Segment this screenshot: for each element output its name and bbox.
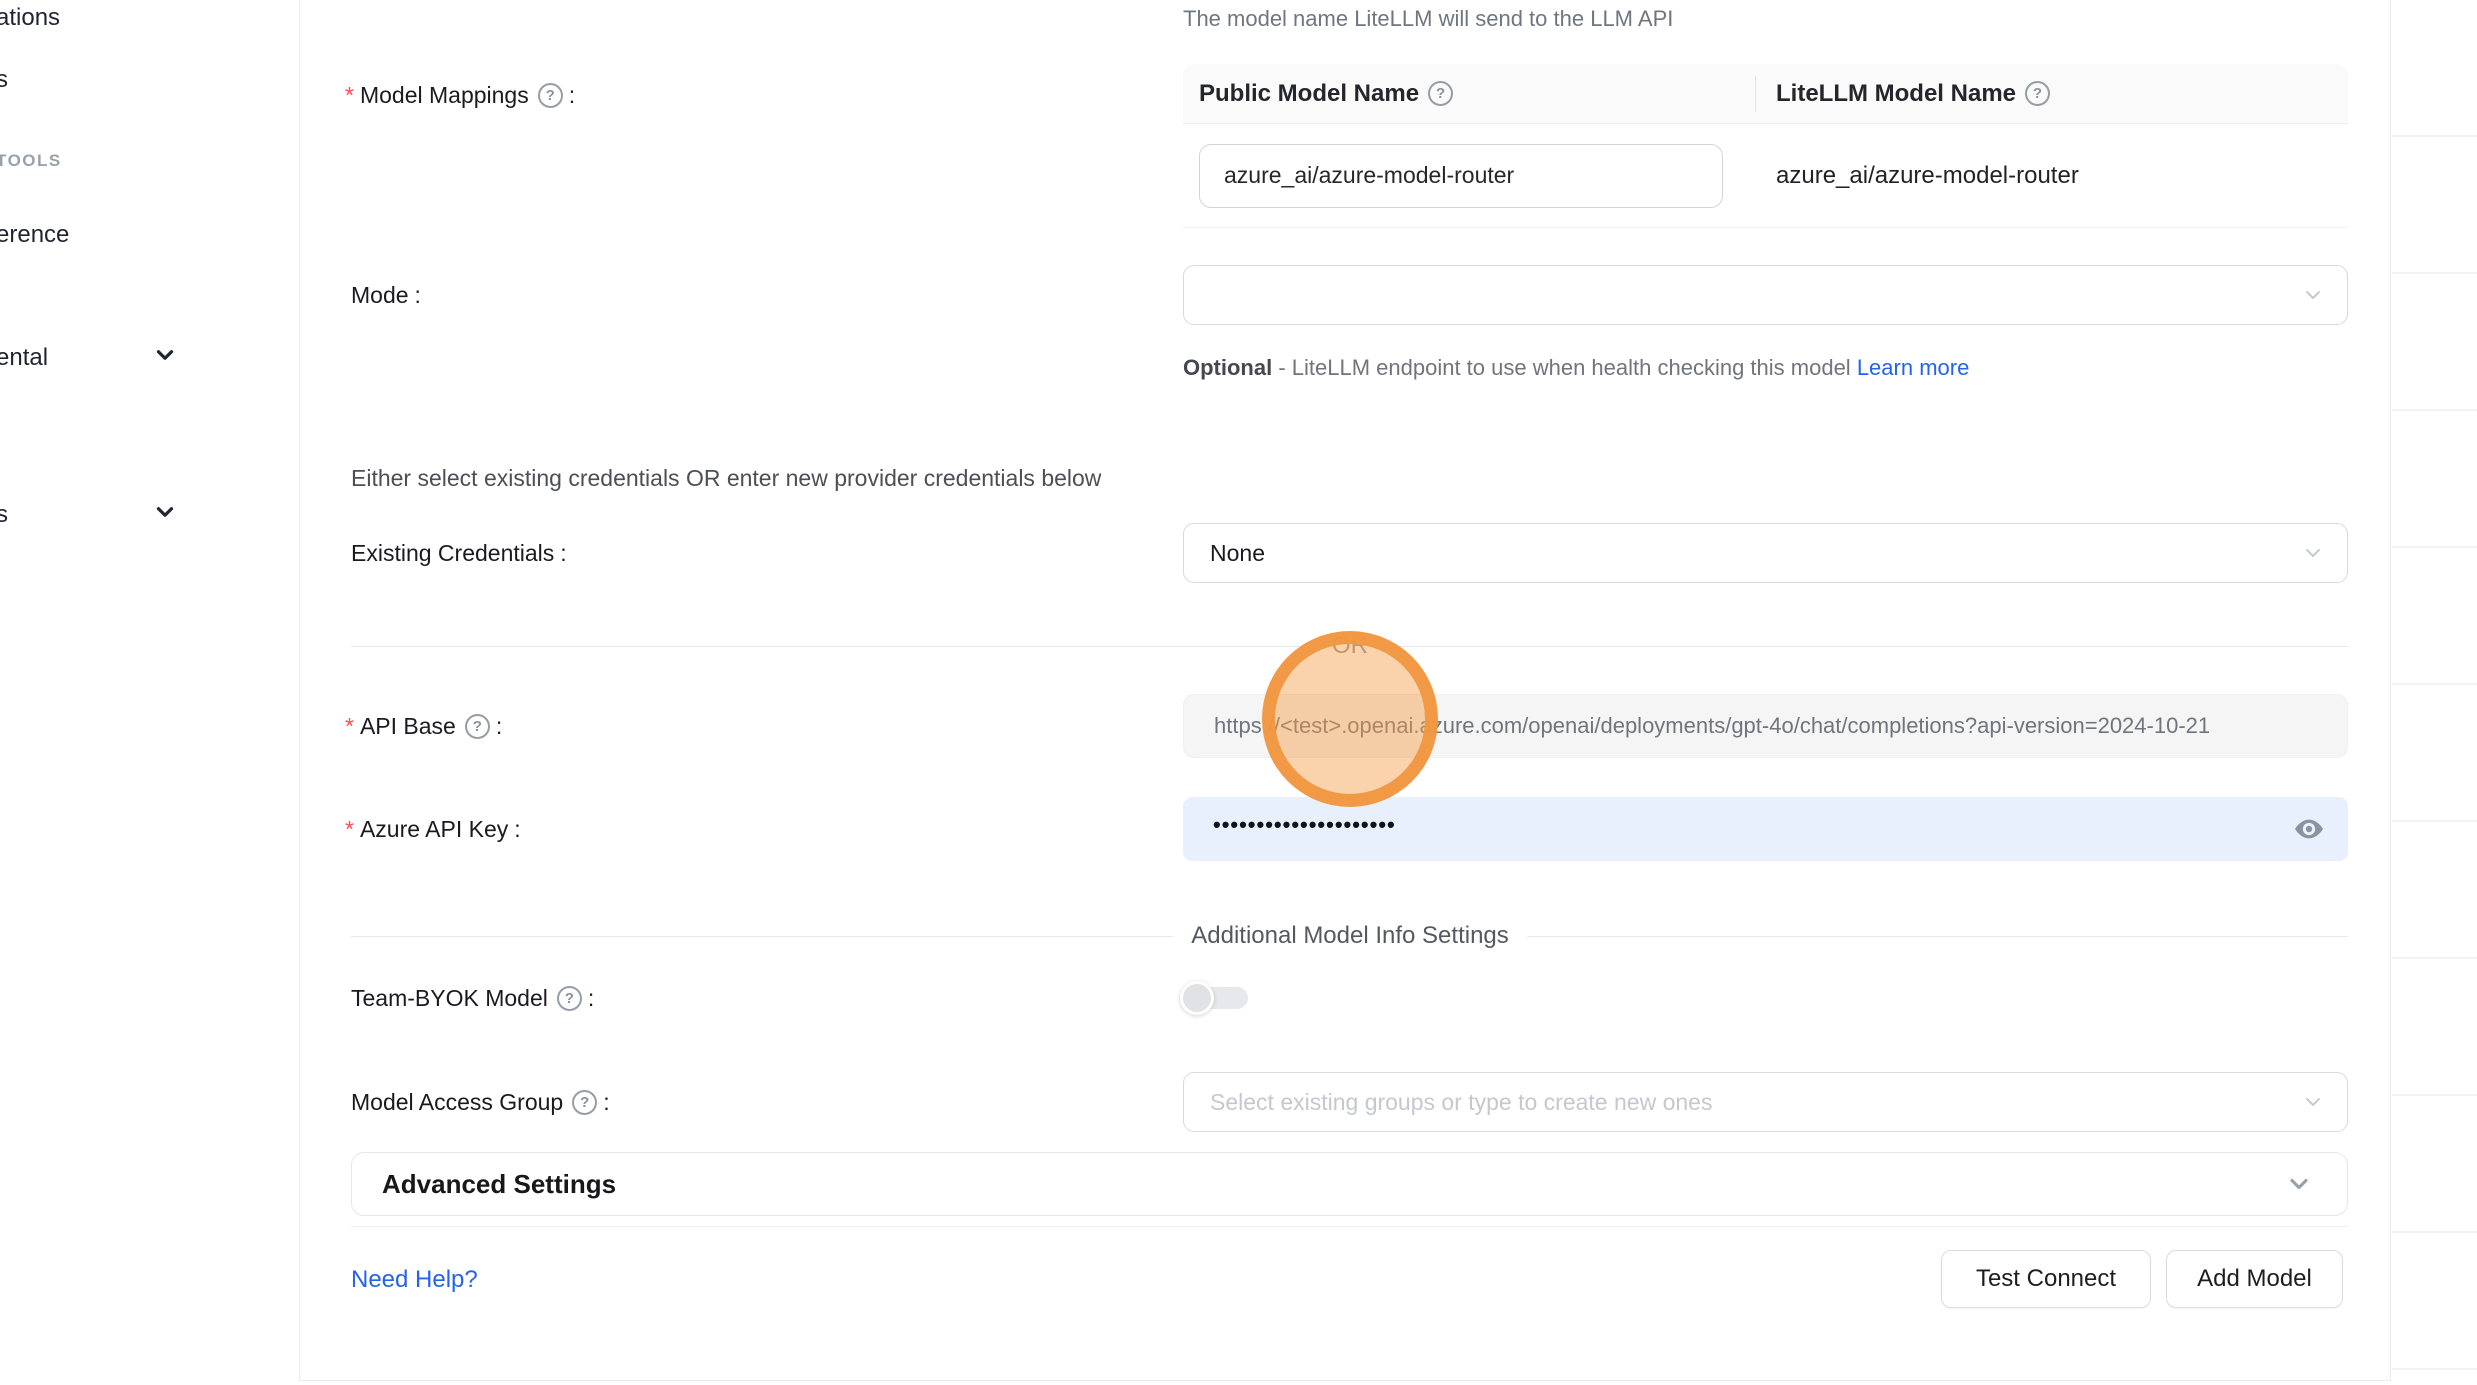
litellm-model-name-value: azure_ai/azure-model-router	[1723, 162, 2079, 190]
hint-bold: Optional	[1183, 355, 1272, 380]
background-table-rows	[2392, 0, 2477, 1385]
label-text: Team-BYOK Model	[351, 985, 548, 1012]
public-model-name-input[interactable]	[1199, 144, 1723, 208]
colon: :	[415, 282, 421, 309]
existing-credentials-select[interactable]: None	[1183, 523, 2348, 583]
column-header-public-model-name: Public Model Name ?	[1183, 64, 1755, 123]
model-access-group-select[interactable]: Select existing groups or type to create…	[1183, 1072, 2348, 1132]
chevron-down-icon[interactable]	[150, 497, 180, 527]
table-row: azure_ai/azure-model-router	[1183, 124, 2348, 228]
label-text: Model Mappings	[360, 82, 529, 109]
masked-api-key: •••••••••••••••••••••	[1213, 814, 1396, 836]
column-divider	[1755, 76, 1756, 112]
label-text: Azure API Key	[360, 816, 508, 843]
chevron-down-icon	[2285, 1170, 2313, 1198]
sidebar-item-label: ations	[0, 4, 60, 32]
learn-more-link[interactable]: Learn more	[1857, 355, 1970, 380]
toggle-knob	[1180, 981, 1214, 1015]
advanced-settings-toggle[interactable]: Advanced Settings	[351, 1152, 2348, 1216]
chevron-down-icon[interactable]	[150, 340, 180, 370]
model-access-group-placeholder: Select existing groups or type to create…	[1210, 1089, 1712, 1116]
hint-text: - LiteLLM endpoint to use when health ch…	[1272, 355, 1857, 380]
sidebar-item-truncated-5[interactable]: s	[0, 495, 8, 535]
eye-icon[interactable]	[2293, 813, 2325, 845]
section-divider-text: Additional Model Info Settings	[1173, 922, 1527, 950]
colon: :	[560, 540, 566, 567]
help-icon[interactable]: ?	[557, 986, 582, 1011]
need-help-link[interactable]: Need Help?	[351, 1266, 478, 1294]
footer-divider-line	[351, 1226, 2348, 1227]
column-header-litellm-model-name: LiteLLM Model Name ?	[1755, 64, 2050, 123]
sidebar-item-label: s	[0, 501, 8, 529]
label-text: Mode	[351, 282, 409, 309]
sidebar-item-label: s	[0, 66, 8, 94]
azure-api-key-input[interactable]: •••••••••••••••••••••	[1183, 797, 2348, 861]
sidebar-item-truncated-4[interactable]: ental	[0, 338, 48, 378]
label-text: Model Access Group	[351, 1089, 563, 1116]
help-icon[interactable]: ?	[1428, 81, 1453, 106]
team-byok-toggle[interactable]	[1180, 981, 1250, 1015]
colon: :	[569, 82, 575, 109]
mode-select[interactable]	[1183, 265, 2348, 325]
required-mark: *	[345, 816, 354, 843]
team-byok-label: Team-BYOK Model ? :	[351, 978, 594, 1018]
azure-api-key-label: * Azure API Key :	[345, 809, 521, 849]
help-icon[interactable]: ?	[2025, 81, 2050, 106]
chevron-down-icon	[2301, 283, 2325, 307]
existing-credentials-label: Existing Credentials :	[351, 533, 567, 573]
colon: :	[603, 1089, 609, 1116]
sidebar-item-truncated-2[interactable]: s	[0, 60, 8, 100]
mode-optional-hint: Optional - LiteLLM endpoint to use when …	[1183, 348, 2031, 388]
table-header-row: Public Model Name ? LiteLLM Model Name ?	[1183, 64, 2348, 124]
model-access-group-label: Model Access Group ? :	[351, 1082, 610, 1122]
header-text: LiteLLM Model Name	[1776, 80, 2016, 108]
sidebar-section-label: TOOLS	[0, 151, 62, 171]
credentials-note: Either select existing credentials OR en…	[351, 465, 1101, 492]
sidebar: ations s TOOLS erence ental s	[0, 0, 299, 1385]
colon: :	[496, 713, 502, 740]
help-icon[interactable]: ?	[572, 1090, 597, 1115]
or-divider-text: OR	[1314, 632, 1386, 660]
existing-credentials-value: None	[1210, 540, 1265, 567]
chevron-down-icon	[2301, 1090, 2325, 1114]
label-text: API Base	[360, 713, 456, 740]
help-icon[interactable]: ?	[538, 83, 563, 108]
sidebar-item-truncated-3[interactable]: erence	[0, 215, 69, 255]
label-text: Existing Credentials	[351, 540, 554, 567]
advanced-settings-label: Advanced Settings	[382, 1169, 616, 1200]
sidebar-section-tools: TOOLS	[0, 149, 62, 173]
required-mark: *	[345, 713, 354, 740]
api-base-input[interactable]: https://<test>.openai.azure.com/openai/d…	[1183, 694, 2348, 758]
model-mappings-table: Public Model Name ? LiteLLM Model Name ?…	[1183, 64, 2348, 228]
api-base-label: * API Base ? :	[345, 706, 502, 746]
add-model-page: ations s TOOLS erence ental s The model …	[0, 0, 2477, 1385]
model-name-hint: The model name LiteLLM will send to the …	[1183, 6, 1673, 32]
test-connect-button[interactable]: Test Connect	[1941, 1250, 2151, 1308]
help-icon[interactable]: ?	[465, 714, 490, 739]
sidebar-item-label: erence	[0, 221, 69, 249]
header-text: Public Model Name	[1199, 80, 1419, 108]
sidebar-item-truncated-1[interactable]: ations	[0, 0, 60, 38]
chevron-down-icon	[2301, 541, 2325, 565]
colon: :	[588, 985, 594, 1012]
model-mappings-label: * Model Mappings ? :	[345, 75, 575, 115]
colon: :	[514, 816, 520, 843]
add-model-button[interactable]: Add Model	[2166, 1250, 2343, 1308]
mode-label: Mode :	[351, 275, 421, 315]
required-mark: *	[345, 82, 354, 109]
sidebar-item-label: ental	[0, 344, 48, 372]
